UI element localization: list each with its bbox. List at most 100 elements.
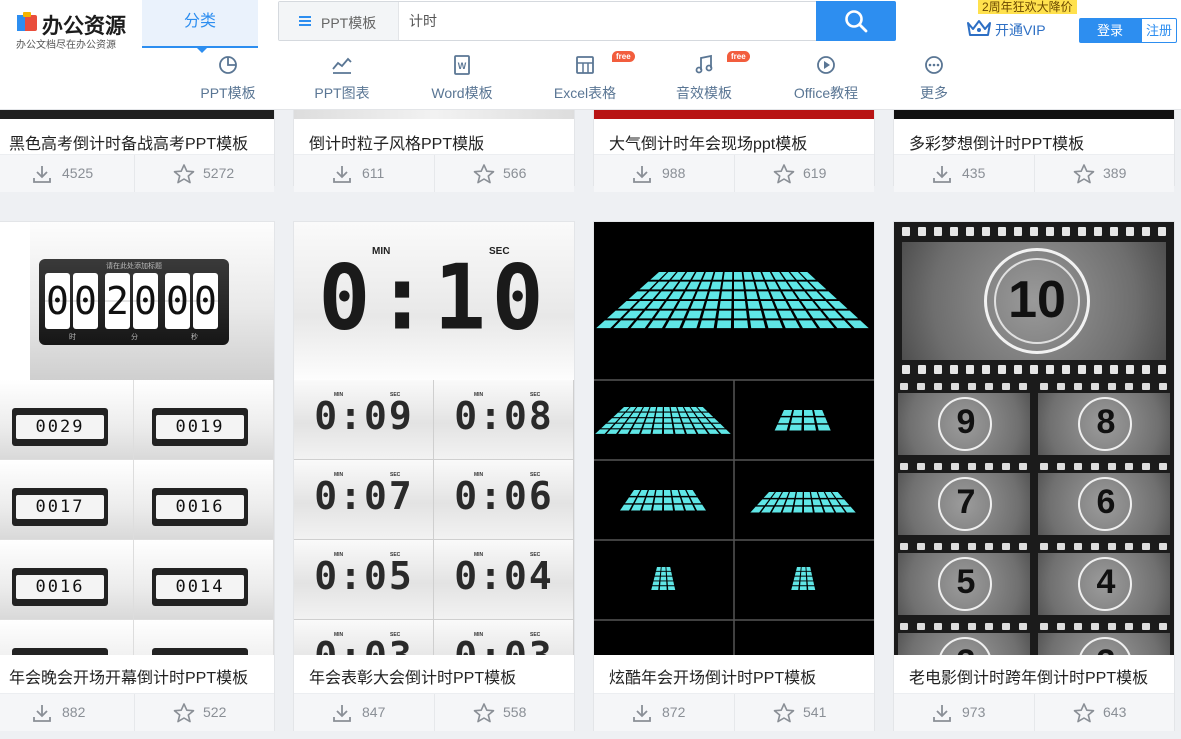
neon-tile (750, 320, 766, 329)
register-button[interactable]: 注册 (1141, 18, 1177, 43)
neon-tile (796, 567, 801, 571)
download-stat[interactable]: 4525 (0, 155, 134, 192)
film-big-number: 10 (1008, 271, 1066, 329)
favorite-stat[interactable]: 558 (434, 694, 574, 731)
neon-tile (656, 567, 661, 571)
neon-tile (647, 320, 667, 329)
mini-lcd: MIN SEC 0:05 (294, 540, 434, 620)
favorite-stat[interactable]: 541 (734, 694, 874, 731)
sprocket-hole (1030, 227, 1038, 236)
template-card[interactable]: 大气倒计时年会现场ppt模板 988 619 (593, 110, 875, 192)
site-logo[interactable]: 办公资源 办公文档尽在办公资源 (14, 8, 134, 51)
template-card[interactable]: 黑色高考倒计时备战高考PPT模板 4525 5272 (0, 110, 275, 192)
mini-film-frame: 5 (894, 540, 1034, 620)
flip-digit-row: 002000 (45, 273, 223, 329)
neon-tile (794, 499, 803, 506)
download-stat[interactable]: 973 (894, 694, 1034, 731)
download-count: 988 (662, 165, 686, 181)
film-number: 7 (956, 483, 976, 521)
nav-item-excel-table[interactable]: Excel表格 free (530, 51, 640, 104)
neon-tile (817, 424, 831, 431)
neon-tile (696, 429, 708, 434)
template-card[interactable]: MIN SEC 0:10 MIN SEC 0:09 MIN SEC 0:08 MIN SEC 0… (293, 221, 575, 731)
sprocket-hole (902, 227, 910, 236)
neon-tile (795, 492, 803, 498)
vip-label: 开通VIP (995, 22, 1046, 38)
mini-clock-digits: 0016 (156, 495, 244, 519)
card-title: 老电影倒计时跨年倒计时PPT模板 (909, 670, 1149, 687)
download-stat[interactable]: 988 (594, 155, 734, 192)
neon-tile (667, 576, 674, 581)
neon-tile (782, 506, 793, 513)
neon-tile (653, 423, 663, 429)
favorite-stat[interactable]: 389 (1034, 155, 1174, 192)
neon-tile (649, 407, 657, 412)
neon-tile (706, 429, 720, 434)
neon-tile (818, 492, 827, 498)
download-stat[interactable]: 611 (294, 155, 434, 192)
neon-tile (815, 417, 828, 424)
neon-tile (806, 571, 813, 576)
neon-tile (792, 410, 803, 416)
sprocket-hole (1125, 623, 1133, 630)
favorite-count: 566 (503, 165, 527, 181)
card-title: 大气倒计时年会现场ppt模板 (609, 136, 808, 153)
nav-item-ppt-chart[interactable]: PPT图表 (287, 54, 397, 104)
download-stat[interactable]: 872 (594, 694, 734, 731)
favorite-stat[interactable]: 566 (434, 155, 574, 192)
sprocket-hole (1159, 463, 1167, 470)
login-button[interactable]: 登录 (1079, 18, 1141, 43)
card-title: 炫酷年会开场倒计时PPT模板 (609, 670, 817, 687)
sprocket-hole (1091, 463, 1099, 470)
neon-tile (807, 576, 814, 581)
category-tab[interactable]: 分类 (142, 0, 258, 53)
neon-tile (804, 410, 814, 416)
nav-item-more[interactable]: 更多 (879, 54, 989, 104)
neon-tile (664, 429, 674, 434)
download-stat[interactable]: 847 (294, 694, 434, 731)
neon-tile (752, 272, 764, 280)
download-stat[interactable]: 435 (894, 155, 1034, 192)
sprocket-hole (1158, 365, 1166, 374)
template-card[interactable]: 10 9 8 7 6 5 4 3 3 老电影倒计时跨年倒计时PPT模板 973 643 (893, 221, 1175, 731)
neon-tile (664, 423, 673, 429)
neon-tile (778, 417, 791, 424)
sprocket-hole (1125, 383, 1133, 390)
search-input[interactable] (409, 8, 809, 34)
template-card[interactable]: 多彩梦想倒计时PPT模板 435 389 (893, 110, 1175, 192)
star-icon (473, 703, 495, 723)
nav-item-office-tutorial[interactable]: Office教程 (771, 54, 881, 104)
neon-tile (654, 571, 661, 576)
nav-item-ppt-template[interactable]: PPT模板 (173, 54, 283, 104)
card-stats: 973 643 (894, 693, 1174, 731)
favorite-count: 389 (1103, 165, 1127, 181)
sprocket-hole (1057, 383, 1065, 390)
favorite-stat[interactable]: 643 (1034, 694, 1174, 731)
download-count: 973 (962, 704, 986, 720)
neon-tile (766, 281, 780, 290)
search-type-dropdown[interactable]: PPT模板 (279, 2, 399, 40)
search-button[interactable] (816, 1, 896, 41)
nav-item-word-template[interactable]: W Word模板 (407, 54, 517, 104)
template-card[interactable]: 倒计时粒子风格PPT模版 611 566 (293, 110, 575, 192)
mini-clock-digits: 0019 (156, 415, 244, 439)
sprocket-hole (918, 227, 926, 236)
template-card[interactable]: 炫酷年会开场倒计时PPT模板 872 541 (593, 221, 875, 731)
neon-tile (833, 506, 846, 513)
favorite-stat[interactable]: 619 (734, 155, 874, 192)
neon-tile (671, 412, 680, 418)
download-stat[interactable]: 882 (0, 694, 134, 731)
template-card[interactable]: 请在此处添加标题 002000 时 分 秒 0029 0019 0017 0016 00… (0, 221, 275, 731)
favorite-stat[interactable]: 5272 (134, 155, 274, 192)
film-frame: 8 (1038, 393, 1170, 455)
promo-banner[interactable]: 2周年狂欢大降价 (978, 0, 1077, 14)
nav-item-sound-template[interactable]: 音效模板 free (649, 51, 759, 104)
clock-digits: 002000 (45, 273, 223, 329)
sprocket-hole (966, 227, 974, 236)
sprocket-hole (934, 383, 942, 390)
neon-tile (679, 490, 688, 496)
sprocket-hole (1142, 623, 1150, 630)
favorite-stat[interactable]: 522 (134, 694, 274, 731)
flip-clock: 请在此处添加标题 002000 时 分 秒 (39, 259, 229, 345)
sprocket-hole (1040, 383, 1048, 390)
